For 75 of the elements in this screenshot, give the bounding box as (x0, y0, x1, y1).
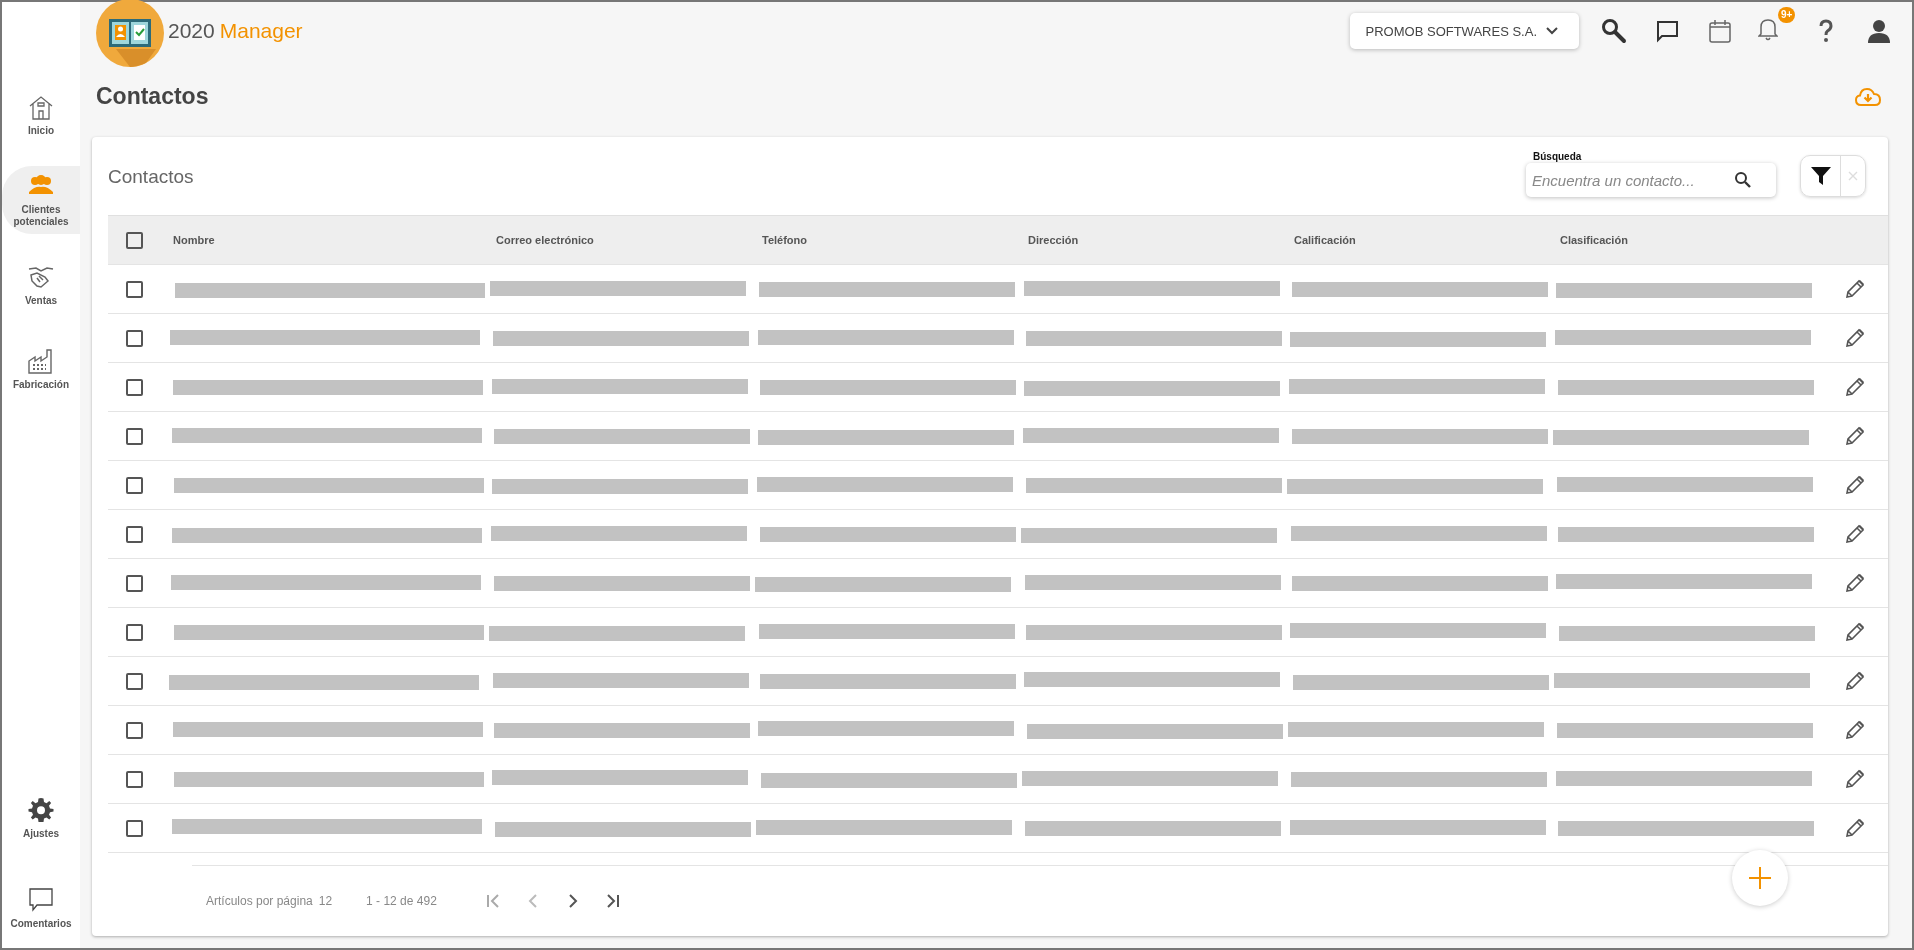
checkbox[interactable] (125, 574, 143, 592)
edit-button[interactable] (1844, 621, 1866, 643)
page-range: 1 - 12 de 492 (366, 894, 437, 908)
sidebar-item[interactable]: Clientes potenciales (2, 166, 80, 234)
search-field[interactable]: Encuentra un contacto... (1526, 163, 1776, 197)
search-label: Búsqueda (1533, 151, 1583, 163)
checkbox[interactable] (125, 770, 143, 788)
column-header[interactable]: Clasificación (1556, 234, 1822, 246)
edit-button[interactable] (1844, 278, 1866, 300)
pencil-icon (1844, 327, 1866, 349)
checkbox[interactable] (125, 819, 143, 837)
edit-button[interactable] (1844, 572, 1866, 594)
chevron-down-icon (1545, 26, 1559, 36)
cloud-download-icon (1854, 85, 1882, 108)
bell-button[interactable] (1758, 16, 1778, 42)
search-button[interactable] (1599, 16, 1629, 46)
checkbox[interactable] (125, 476, 143, 494)
pencil-icon (1844, 621, 1866, 643)
logo-text: Manager (219, 19, 303, 43)
pencil-icon (1844, 425, 1866, 447)
column-header[interactable]: Teléfono (758, 234, 1024, 246)
factory-icon (27, 347, 55, 375)
sidebar-item[interactable]: Ventas (2, 252, 80, 318)
checkbox[interactable] (125, 427, 143, 445)
checkbox[interactable] (125, 280, 143, 298)
close-icon (1847, 170, 1859, 182)
edit-button[interactable] (1844, 376, 1866, 398)
pencil-icon (1844, 719, 1866, 741)
user-icon (1865, 17, 1893, 45)
edit-button[interactable] (1844, 768, 1866, 790)
edit-button[interactable] (1844, 817, 1866, 839)
pencil-icon (1844, 670, 1866, 692)
edit-button[interactable] (1844, 523, 1866, 545)
column-header[interactable]: Calificación (1290, 234, 1556, 246)
checkbox[interactable] (125, 231, 143, 249)
notification-badge: 9+ (1778, 7, 1796, 23)
edit-button[interactable] (1844, 327, 1866, 349)
pencil-icon (1844, 278, 1866, 300)
edit-button[interactable] (1844, 474, 1866, 496)
column-header[interactable]: Nombre (160, 234, 492, 246)
checkbox[interactable] (125, 329, 143, 347)
items-per-page-label: Artículos por página (206, 894, 313, 908)
pencil-icon (1844, 523, 1866, 545)
items-per-page-value[interactable]: 12 (318, 894, 333, 908)
edit-button[interactable] (1844, 719, 1866, 741)
checkbox[interactable] (125, 525, 143, 543)
sidebar-item[interactable]: Fabricación (2, 336, 80, 402)
company-dropdown[interactable]: PROMOB SOFTWARES S.A. (1349, 13, 1579, 49)
settings-icon (27, 796, 55, 824)
pencil-icon (1844, 474, 1866, 496)
checkbox[interactable] (125, 623, 143, 641)
plus-icon (1748, 866, 1772, 890)
comment-icon (27, 886, 55, 914)
checkbox[interactable] (125, 672, 143, 690)
column-header[interactable]: Dirección (1024, 234, 1290, 246)
sidebar-item[interactable]: Inicio (2, 82, 80, 148)
search-icon (1600, 17, 1628, 45)
column-header[interactable]: Correo electrónico (492, 234, 758, 246)
filter-icon (1809, 166, 1832, 186)
pencil-icon (1844, 572, 1866, 594)
pencil-icon (1844, 817, 1866, 839)
pencil-icon (1844, 768, 1866, 790)
edit-button[interactable] (1844, 670, 1866, 692)
search-icon (1734, 171, 1752, 189)
card-title: Contactos (108, 166, 195, 188)
checkbox[interactable] (125, 378, 143, 396)
bell-icon (1758, 17, 1778, 41)
edit-button[interactable] (1844, 425, 1866, 447)
sidebar-item[interactable]: Ajustes (2, 790, 80, 846)
logo-text: 2020 (168, 19, 215, 43)
pencil-icon (1844, 376, 1866, 398)
calendar-icon (1706, 17, 1734, 45)
page-title: Contactos (96, 83, 209, 110)
sidebar-item[interactable]: Comentarios (2, 880, 80, 936)
checkbox[interactable] (125, 721, 143, 739)
